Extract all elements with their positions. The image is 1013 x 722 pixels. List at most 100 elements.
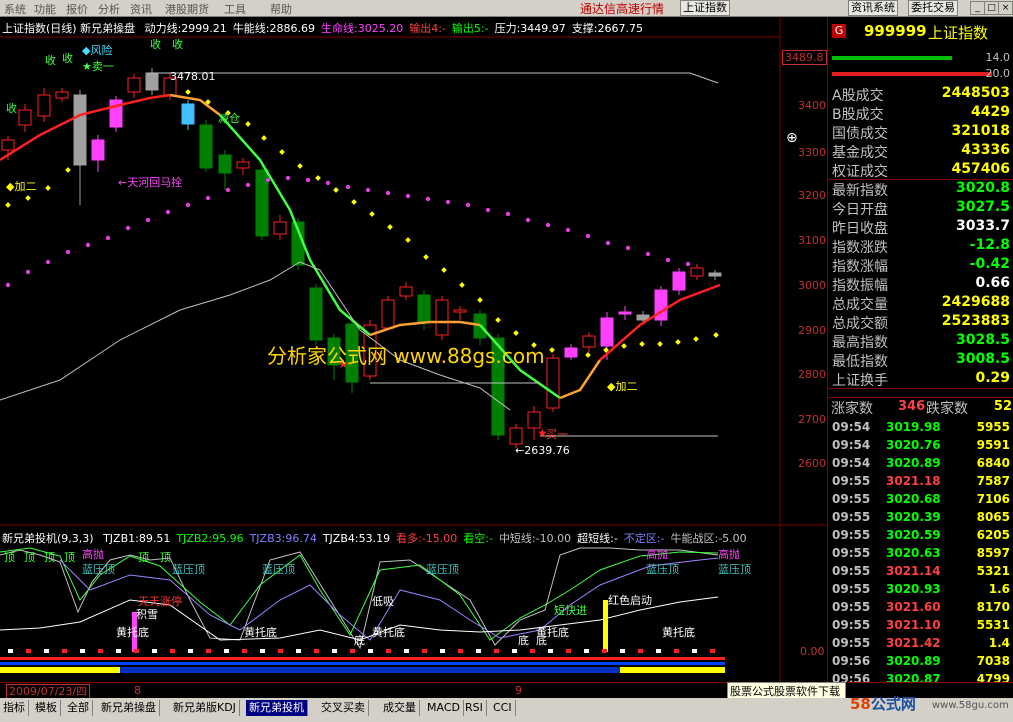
signal-dot xyxy=(525,217,531,223)
sub-small-bar xyxy=(350,649,355,653)
indicator-tab[interactable]: 交叉买卖 xyxy=(318,700,369,716)
tick-time: 09:55 xyxy=(832,528,871,542)
signal-dot xyxy=(185,202,191,208)
tick-price: 3020.89 xyxy=(886,456,941,470)
up-count-value: 346 xyxy=(898,399,926,414)
signal-dot xyxy=(385,190,391,196)
tick-price: 3020.39 xyxy=(886,510,941,524)
signal-diamond xyxy=(45,185,51,191)
sub-yellow-support-5: 黄托底 xyxy=(662,626,695,639)
sub-small-bar xyxy=(8,649,13,653)
signal-dot xyxy=(85,242,91,248)
signal-diamond xyxy=(585,352,591,358)
tick-volume: 9591 xyxy=(976,438,1010,452)
indicator-tab[interactable]: 全部 xyxy=(64,700,93,716)
sub-top-4: 顶 xyxy=(64,551,75,564)
sub-small-bar xyxy=(278,649,283,653)
crosshair-icon[interactable]: ⊕ xyxy=(786,130,798,146)
quote-row: 总成交额 2523883 xyxy=(830,313,1012,332)
sell1-annotation: ★卖一 xyxy=(82,60,114,73)
menu-item-6[interactable]: 工具 xyxy=(224,1,246,17)
tick-time: 09:55 xyxy=(832,492,871,506)
sub-small-bar xyxy=(602,649,607,653)
tick-row: 09:55 3021.14 5321 xyxy=(830,564,1012,582)
candle-body xyxy=(417,294,431,324)
indicator-tab[interactable]: 新兄弟投机 xyxy=(246,700,308,716)
stock-name: 上证指数 xyxy=(928,24,989,42)
tick-row: 09:55 3020.93 1.6 xyxy=(830,582,1012,600)
tick-price: 3021.42 xyxy=(886,636,941,650)
sub-small-bar xyxy=(584,649,589,653)
signal-diamond xyxy=(675,339,681,345)
sub-small-bar xyxy=(224,649,229,653)
signal-dot xyxy=(485,207,491,213)
signal-diamond xyxy=(25,195,31,201)
tick-volume: 5955 xyxy=(976,420,1010,434)
indicator-tab[interactable]: 成交量 xyxy=(380,700,420,716)
indicator-tab[interactable]: CCI xyxy=(490,700,516,716)
low-label: ←2639.76 xyxy=(515,444,570,457)
indicator-tab[interactable]: 新兄弟操盘 xyxy=(98,700,160,716)
sub-blue-press-3: 蓝压顶 xyxy=(262,563,295,576)
quote-row-label: 最低指数 xyxy=(832,354,888,370)
shou-label-1: 收 xyxy=(6,102,17,115)
signal-dot xyxy=(625,245,631,251)
menu-item-5[interactable]: 港股期货 xyxy=(165,1,209,17)
main-indicator-item-0: 动力线:2999.21 xyxy=(144,22,227,35)
tick-price: 3020.93 xyxy=(886,582,941,596)
index-title-box[interactable]: 上证指数 xyxy=(680,0,730,16)
quote-row-label: 指数振幅 xyxy=(832,278,888,294)
candle-body xyxy=(37,94,51,117)
indicator-tab[interactable]: RSI xyxy=(462,700,487,716)
tick-row: 09:54 3020.89 6840 xyxy=(830,456,1012,474)
sub-indicator-item-3: TJZB4:53.19 xyxy=(322,532,391,545)
tick-row: 09:55 3021.10 5531 xyxy=(830,618,1012,636)
signal-diamond xyxy=(513,330,519,336)
sub-small-bar xyxy=(674,649,679,653)
menu-item-7[interactable]: 帮助 xyxy=(270,1,292,17)
candle-body xyxy=(73,94,87,166)
news-system-button[interactable]: 资讯系统 xyxy=(848,0,898,16)
indicator-tab[interactable]: 模板 xyxy=(32,700,61,716)
tick-row: 09:55 3020.68 7106 xyxy=(830,492,1012,510)
indicator-tab[interactable]: 指标 xyxy=(0,700,29,716)
maximize-icon[interactable]: □ xyxy=(984,1,999,15)
sub-small-bar xyxy=(530,649,535,653)
tick-volume: 6205 xyxy=(976,528,1010,542)
indicator-tab[interactable]: MACD xyxy=(424,700,464,716)
sub-small-bar xyxy=(116,649,121,653)
candle-body xyxy=(453,309,467,313)
sub-small-bar xyxy=(98,649,103,653)
trade-button[interactable]: 委托交易 xyxy=(908,0,958,16)
sub-small-bar xyxy=(566,649,571,653)
watermark: 分析家公式网 www.88gs.com xyxy=(267,344,545,368)
quote-row: 最低指数 3008.5 xyxy=(830,351,1012,370)
signal-diamond xyxy=(621,343,627,349)
indicator-tab[interactable]: 新兄弟版KDJ xyxy=(170,700,240,716)
sub-small-bar xyxy=(314,649,319,653)
menu-item-3[interactable]: 分析 xyxy=(98,1,120,17)
signal-diamond xyxy=(639,341,645,347)
sub-small-bar xyxy=(26,649,31,653)
quote-row-value: 3033.7 xyxy=(955,218,1010,234)
quote-row: 今日开盘 3027.5 xyxy=(830,199,1012,218)
quote-row-label: 总成交额 xyxy=(832,316,888,332)
buy1-annotation: 买一 xyxy=(546,428,568,441)
candle-body xyxy=(509,427,523,445)
close-icon[interactable]: × xyxy=(998,1,1013,15)
slow-line xyxy=(0,261,511,411)
sub-indicator-item-0: TJZB1:89.51 xyxy=(103,532,171,545)
signal-dot xyxy=(325,180,331,186)
quote-row-value: 457406 xyxy=(951,161,1010,177)
menu-item-2[interactable]: 报价 xyxy=(66,1,88,17)
menu-item-0[interactable]: 系统 xyxy=(4,1,26,17)
quote-panel: G 999999 上证指数 14.0 20.0 A股成交 2448503 B股成交 4… xyxy=(827,17,1013,686)
minimize-icon[interactable]: _ xyxy=(970,1,985,15)
signal-diamond xyxy=(369,211,375,217)
quote-row: 国债成交 321018 xyxy=(830,123,1012,142)
quote-row-label: A股成交 xyxy=(832,88,884,104)
sub-small-bar xyxy=(242,649,247,653)
menu-item-4[interactable]: 资讯 xyxy=(130,1,152,17)
menu-item-1[interactable]: 功能 xyxy=(34,1,56,17)
sub-band-red xyxy=(0,657,725,660)
